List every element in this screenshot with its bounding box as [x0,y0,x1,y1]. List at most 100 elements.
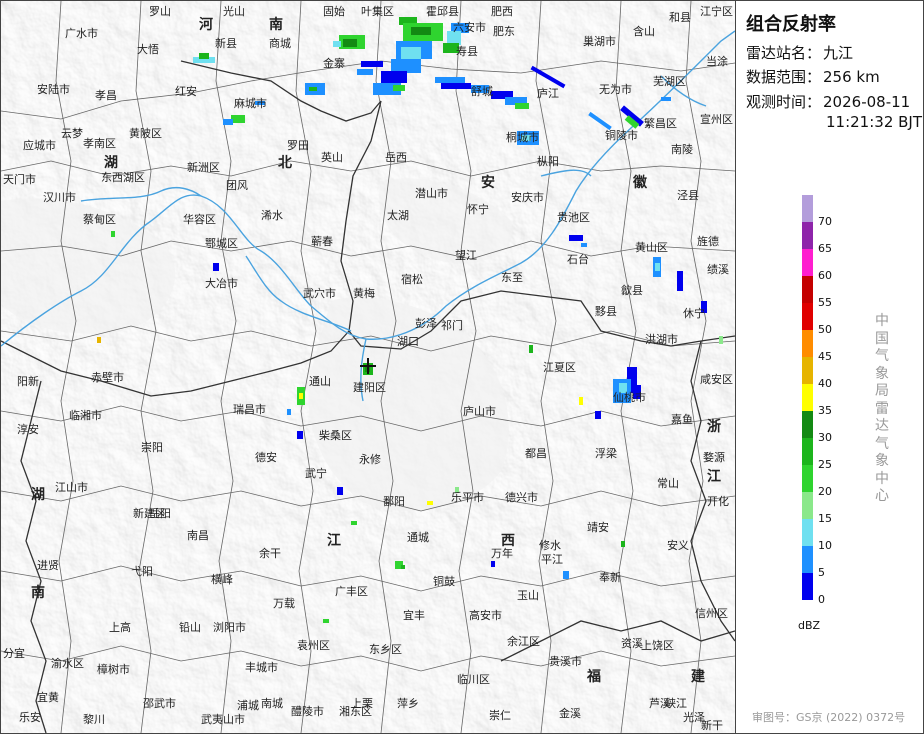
city-label: 绩溪 [707,263,729,276]
city-label: 金溪 [559,706,581,720]
legend-tick-label: 60 [818,269,832,282]
city-label: 平江 [541,553,563,566]
legend-tick-label: 15 [818,512,832,525]
legend-tick-label: 5 [818,566,825,579]
legend-swatch [802,465,813,492]
city-label: 万年 [491,546,513,560]
time-row: 观测时间： 2026-08-11 [746,92,910,112]
city-label: 繁昌区 [644,116,677,130]
legend-tick-label: 0 [818,593,825,606]
city-label: 巢湖市 [583,34,616,48]
map-canvas[interactable]: 河 南 湖 北 安 徽 浙 江 湖 南 江 西 福 建 罗山 光山 固始 叶集区 霍邱县… [1,1,735,733]
city-label: 光山 [223,4,245,18]
legend-swatch [802,276,813,303]
city-label: 含山 [633,24,655,38]
station-row: 雷达站名： 九江 [746,43,853,63]
radar-map[interactable]: 河 南 湖 北 安 徽 浙 江 湖 南 江 西 福 建 罗山 光山 固始 叶集区 霍邱县… [1,1,736,733]
city-label: 建阳区 [353,380,386,394]
city-label: 德安 [255,450,277,464]
city-label: 红安 [175,84,197,98]
city-label: 上饶区 [641,639,674,652]
city-label: 常山 [657,477,679,490]
province-label: 河 [199,16,213,33]
city-label: 六安市 [453,20,486,34]
legend-swatch [802,384,813,411]
city-label: 丰城市 [245,660,278,674]
city-label: 临湘市 [69,408,102,422]
time-date: 2026-08-11 [823,93,911,111]
city-label: 芜湖区 [653,74,686,88]
city-label: 团风 [226,179,248,192]
range-value: 256 km [823,68,880,86]
city-label: 浮梁 [595,446,617,460]
city-label: 余干 [259,546,281,560]
city-label: 孝昌 [95,89,117,102]
legend-swatch [802,249,813,276]
city-label: 江山市 [55,480,88,494]
city-label: 奉新 [599,570,621,584]
city-label: 阳新 [17,374,39,388]
city-label: 黄梅 [353,286,375,300]
city-label: 宜黄 [37,690,59,704]
city-label: 桐城市 [506,130,539,144]
city-label: 宜丰 [403,608,425,622]
city-label: 淳安 [17,422,39,436]
city-label: 罗山 [149,5,171,18]
city-label: 肥西 [491,5,513,18]
city-label: 天门市 [3,172,36,186]
city-label: 咸安区 [700,372,733,386]
time-label: 观测时间： [746,93,822,111]
city-label: 商城 [269,36,291,50]
city-label: 南陵 [671,143,693,156]
city-label: 新县 [215,36,237,50]
city-label: 蔡甸区 [83,213,116,226]
legend-swatch [802,546,813,573]
city-label: 开化 [707,494,729,508]
city-label: 寿县 [456,44,478,58]
province-label: 南 [269,16,283,33]
city-label: 洪湖市 [645,332,678,346]
city-label: 金寨 [323,56,345,70]
province-label: 徽 [632,174,648,191]
city-label: 无为市 [599,82,632,96]
city-label: 嘉鱼 [671,412,693,426]
province-label: 湖 [31,487,45,503]
city-label: 东乡区 [369,643,402,656]
city-label: 大悟 [137,42,159,56]
legend-swatch [802,222,813,249]
city-label: 宣州区 [700,112,733,126]
city-label: 都昌 [525,447,547,460]
province-label: 建 [691,668,705,685]
legend-tick-label: 45 [818,350,832,363]
city-label: 安庆市 [511,190,544,204]
legend-tick-label: 20 [818,485,832,498]
city-label: 新建区 [133,506,166,520]
station-label: 雷达站名： [746,44,822,62]
city-label: 舒城 [471,84,493,98]
city-label: 潜山市 [415,186,448,200]
legend-swatch [802,411,813,438]
city-label: 信州区 [695,607,728,620]
city-label: 靖安 [587,520,609,534]
city-label: 铜鼓 [433,574,455,588]
approval-number: 审图号：GS京 (2022) 0372号 [752,711,906,724]
city-label: 乐平市 [451,490,484,504]
city-label: 樟树市 [97,662,130,676]
info-panel: 组合反射率 雷达站名： 九江 数据范围： 256 km 观测时间： 2026-08-1… [736,1,923,733]
legend-tick-label: 10 [818,539,832,552]
city-label: 分宜 [3,646,25,660]
city-label: 武宁 [305,466,327,480]
province-label: 北 [278,155,292,171]
city-label: 旌德 [697,234,719,248]
city-label: 安陆市 [37,82,70,96]
city-label: 贵溪市 [549,654,582,668]
legend-swatch [802,357,813,384]
city-label: 铅山 [179,620,201,634]
city-label: 仙桃市 [613,390,646,404]
city-label: 汉川市 [43,190,76,204]
city-label: 庐江 [537,86,559,100]
province-label: 江 [707,468,721,485]
city-label: 安义 [667,538,689,552]
city-label: 余江区 [507,634,540,648]
city-label: 祁门 [441,318,463,332]
